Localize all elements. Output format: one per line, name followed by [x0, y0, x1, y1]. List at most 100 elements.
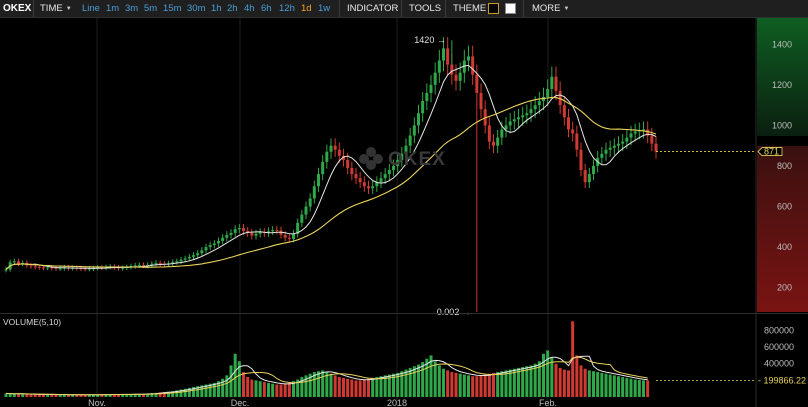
- candle-body: [600, 153, 604, 158]
- theme-label: THEME: [453, 3, 487, 14]
- candle-body: [83, 268, 87, 270]
- period-1d[interactable]: 1d: [301, 3, 312, 14]
- high-price-annotation: 1420 →: [414, 35, 446, 45]
- volume-bar: [225, 375, 229, 397]
- period-30m[interactable]: 30m: [187, 3, 205, 14]
- candle-body: [300, 214, 304, 223]
- candle-body: [187, 256, 191, 259]
- caret-down-icon: ▼: [65, 6, 72, 12]
- volume-bar: [258, 381, 262, 397]
- candle-body: [237, 228, 241, 230]
- more-label: MORE: [532, 3, 561, 14]
- tools-button[interactable]: TOOLS: [409, 3, 441, 14]
- volume-bar: [367, 378, 370, 397]
- candle-body: [575, 133, 579, 150]
- candle-body: [346, 159, 350, 168]
- period-12h[interactable]: 12h: [279, 3, 295, 14]
- period-5m[interactable]: 5m: [144, 3, 157, 14]
- period-2h[interactable]: 2h: [227, 3, 238, 14]
- volume-bar: [346, 378, 350, 397]
- volume-bar: [592, 371, 595, 397]
- volume-bar: [375, 377, 379, 397]
- period-3m[interactable]: 3m: [125, 3, 138, 14]
- period-1w[interactable]: 1w: [318, 3, 330, 14]
- volume-bar: [471, 376, 475, 397]
- candle-body: [337, 149, 341, 156]
- volume-bar: [342, 377, 345, 397]
- volume-bars: [4, 321, 650, 397]
- volume-bar: [446, 370, 450, 397]
- volume-bar: [254, 380, 258, 397]
- low-price-annotation: 0.002 →: [437, 307, 471, 317]
- toolbar-divider: [445, 0, 446, 17]
- candle-body: [562, 105, 566, 118]
- volume-bar: [8, 393, 12, 397]
- theme-light-swatch[interactable]: [505, 3, 516, 14]
- candle-body: [329, 145, 333, 152]
- panel-divider: [0, 313, 808, 314]
- volume-bar: [483, 374, 487, 397]
- volume-bar: [408, 367, 412, 397]
- candle-body: [242, 228, 245, 231]
- period-1h[interactable]: 1h: [211, 3, 222, 14]
- volume-bar: [646, 380, 650, 397]
- caret-down-icon: ▼: [563, 6, 570, 12]
- candle-body: [275, 230, 279, 232]
- volume-bar: [604, 373, 608, 397]
- candle-body: [308, 198, 312, 207]
- time-axis-label: Dec.: [231, 398, 250, 407]
- volume-bar: [279, 384, 283, 397]
- volume-bar: [283, 383, 287, 397]
- candle-body: [433, 72, 437, 85]
- volume-bar: [350, 379, 354, 397]
- candle-body: [629, 133, 633, 138]
- volume-bar: [475, 376, 479, 397]
- volume-bar: [587, 370, 591, 397]
- candle-body: [287, 237, 291, 239]
- buy-depth-area: [757, 18, 808, 136]
- time-axis-label: Nov.: [88, 398, 106, 407]
- candle-body: [333, 145, 337, 150]
- volume-bar: [554, 363, 558, 397]
- period-15m[interactable]: 15m: [163, 3, 181, 14]
- candle-body: [554, 76, 558, 91]
- volume-bar: [417, 364, 420, 397]
- time-dropdown[interactable]: TIME ▼: [40, 3, 72, 14]
- candle-body: [12, 261, 16, 263]
- volume-bar: [633, 379, 637, 397]
- volume-bar: [275, 384, 279, 397]
- volume-bar: [617, 376, 620, 397]
- candle-body: [625, 137, 629, 142]
- candle-body: [521, 115, 525, 118]
- price-tick-label: 800: [777, 161, 792, 171]
- candle-body: [525, 113, 529, 116]
- volume-bar: [521, 367, 525, 397]
- candle-body: [425, 92, 429, 102]
- candle-body: [421, 101, 425, 114]
- candle-body: [46, 267, 50, 269]
- candle-body: [54, 268, 58, 270]
- period-line[interactable]: Line: [82, 3, 100, 14]
- price-tick-label: 1000: [772, 120, 792, 130]
- candle-body: [587, 174, 591, 183]
- price-chart[interactable]: 1400 1200 1000 800 600 400 200 800000 600000 4000…: [0, 18, 808, 407]
- candle-body: [362, 182, 366, 187]
- volume-bar: [29, 394, 33, 397]
- candle-body: [142, 264, 145, 266]
- period-6h[interactable]: 6h: [261, 3, 272, 14]
- candle-body: [367, 186, 370, 189]
- period-1m[interactable]: 1m: [106, 3, 119, 14]
- candle-body: [204, 247, 208, 251]
- volume-bar: [287, 382, 291, 397]
- candle-body: [271, 230, 275, 232]
- volume-bar: [629, 378, 633, 397]
- period-4h[interactable]: 4h: [244, 3, 255, 14]
- volume-bar: [437, 365, 441, 397]
- more-dropdown[interactable]: MORE ▼: [532, 3, 569, 14]
- theme-dark-swatch[interactable]: [488, 3, 499, 14]
- price-tick-label: 400: [777, 242, 792, 252]
- volume-bar: [467, 375, 470, 397]
- indicator-button[interactable]: INDICATOR: [347, 3, 398, 14]
- candle-body: [137, 264, 141, 266]
- candle-body: [533, 105, 537, 110]
